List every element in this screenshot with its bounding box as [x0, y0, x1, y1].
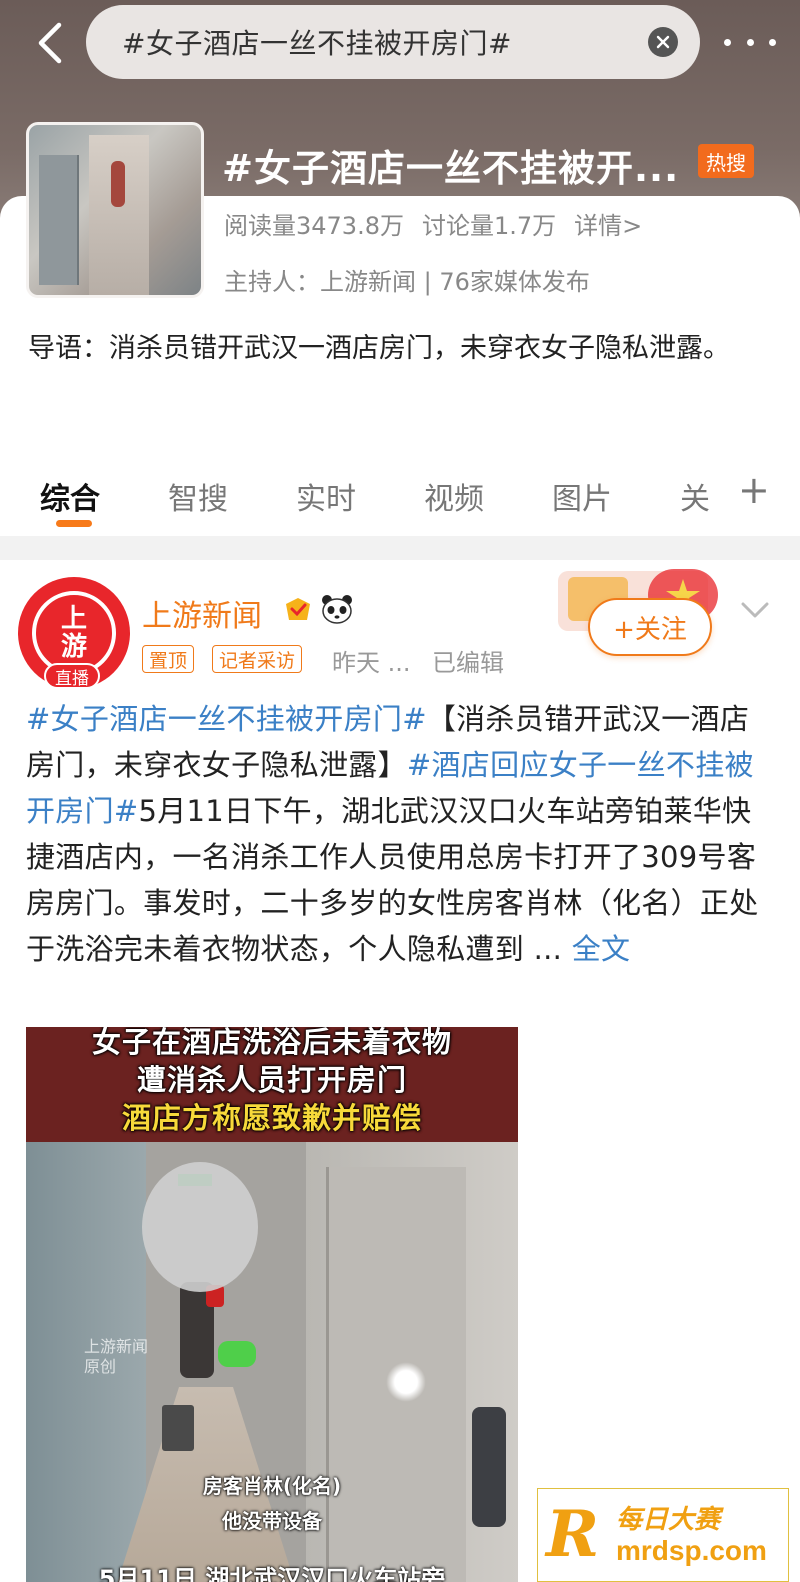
more-dot-icon [724, 38, 731, 46]
active-tab-indicator [56, 520, 92, 527]
reporter-interview-tag: 记者采访 [212, 645, 303, 673]
author-name[interactable]: 上游新闻 [142, 591, 262, 635]
section-divider [0, 536, 800, 560]
edited-label: 已编辑 [432, 649, 504, 677]
more-dot-icon [769, 38, 776, 46]
video-watermark: 上游新闻 原创 [84, 1337, 149, 1376]
video-caption-line: 女子在酒店洗浴后未着衣物 [91, 1027, 452, 1059]
topic-title[interactable]: #女子酒店一丝不挂被开... [222, 138, 679, 192]
more-options-button[interactable] [720, 22, 780, 62]
top-bar: #女子酒店一丝不挂被开房门# [0, 0, 800, 95]
read-count: 阅读量3473.8万 [224, 212, 404, 240]
tab-images[interactable]: 图片 [552, 474, 612, 518]
post-video[interactable]: 女子在酒店洗浴后未着衣物 遭消杀人员打开房门 酒店方称愿致歉并赔偿 上游新闻 原… [26, 1027, 518, 1582]
topic-intro: 导语：消杀员错开武汉一酒店房门，未穿衣女子隐私泄露。 [28, 333, 730, 364]
tab-related[interactable]: 关 [680, 474, 710, 518]
topic-thumbnail[interactable] [26, 122, 204, 298]
discuss-count: 讨论量1.7万 [421, 212, 557, 240]
pinned-tag: 置顶 [142, 645, 195, 673]
live-badge: 直播 [44, 663, 100, 689]
back-arrow-icon [38, 22, 62, 64]
topic-host: 主持人：上游新闻 | 76家媒体发布 [224, 268, 590, 296]
add-tab-button[interactable]: + [738, 468, 770, 512]
tab-video[interactable]: 视频 [424, 474, 484, 518]
post-time: 昨天 ... [332, 649, 411, 677]
more-dot-icon [746, 38, 754, 46]
close-icon [656, 35, 670, 49]
thumbnail-figure [111, 161, 125, 207]
video-subtitle: 房客肖林(化名) [202, 1474, 342, 1498]
avatar-logo-text-top: 上 [60, 604, 87, 634]
video-caption-line: 酒店方称愿致歉并赔偿 [121, 1101, 422, 1135]
site-name: 每日大赛 [616, 1505, 721, 1535]
video-scene-light [386, 1362, 426, 1402]
site-url: mrdsp.com [616, 1535, 767, 1566]
post-text: #女子酒店一丝不挂被开房门#【消杀员错开武汉一酒店房门，未穿衣女子隐私泄露】#酒… [26, 696, 774, 972]
site-logo: R [546, 1497, 600, 1572]
tab-realtime[interactable]: 实时 [296, 474, 356, 518]
site-watermark: R 每日大赛 mrdsp.com [537, 1488, 789, 1582]
thumbnail-door [39, 155, 79, 285]
tab-comprehensive[interactable]: 综合 [40, 474, 100, 518]
video-scene-trash-bin [162, 1405, 194, 1451]
back-button[interactable] [28, 18, 72, 68]
video-scene-green-object [218, 1341, 256, 1367]
thumbnail-corridor [89, 135, 149, 295]
search-query-text: #女子酒店一丝不挂被开房门# [122, 27, 512, 60]
full-text-link[interactable]: 全文 [572, 932, 631, 966]
hot-search-badge: 热搜 [698, 144, 754, 178]
panda-icon [322, 595, 352, 624]
verified-media-icon [286, 598, 310, 620]
tab-smart-search[interactable]: 智搜 [168, 474, 228, 518]
video-caption-line: 遭消杀人员打开房门 [136, 1063, 407, 1097]
clear-search-button[interactable] [648, 27, 678, 57]
avatar-logo-text-bottom: 游 [60, 632, 87, 662]
search-input[interactable]: #女子酒店一丝不挂被开房门# [86, 5, 700, 79]
content-tabs: 综合 智搜 实时 视频 图片 关 + [0, 462, 800, 532]
chevron-down-icon[interactable] [740, 598, 770, 622]
detail-link[interactable]: 详情> [574, 212, 642, 240]
hashtag-link[interactable]: #女子酒店一丝不挂被开房门# [26, 702, 427, 736]
video-subtitle: 5月11日 湖北武汉汉口火车站旁 [98, 1565, 446, 1582]
follow-button[interactable]: +关注 [588, 598, 712, 656]
topic-stats: 阅读量3473.8万 讨论量1.7万 详情> [224, 206, 642, 241]
video-subtitle: 他没带设备 [222, 1509, 322, 1533]
video-blur-mask [142, 1162, 258, 1292]
